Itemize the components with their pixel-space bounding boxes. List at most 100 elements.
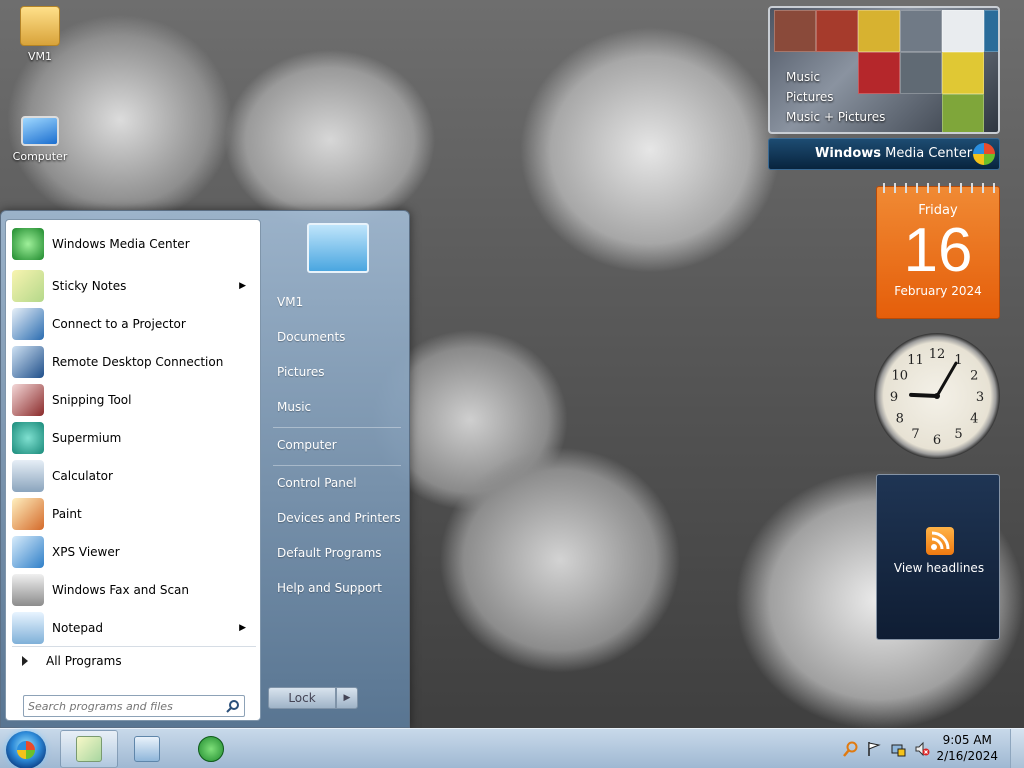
start-search-box[interactable] <box>23 695 245 717</box>
start-place-link[interactable]: Music <box>277 400 311 414</box>
clock-minute-hand <box>935 361 958 398</box>
start-program-item[interactable]: Snipping Tool <box>12 382 256 418</box>
calendar-gadget[interactable]: Friday 16 February 2024 <box>876 183 1001 319</box>
windows-logo-icon <box>17 741 35 759</box>
clock-gadget[interactable]: 12 1 2 3 4 5 6 7 8 9 10 11 <box>874 333 1000 459</box>
network-icon[interactable] <box>890 741 906 757</box>
clock-center-pin <box>934 393 940 399</box>
calendar-rings <box>877 183 1001 193</box>
start-program-item[interactable]: Windows Fax and Scan <box>12 572 256 608</box>
media-center-item-music-pictures[interactable]: Music + Pictures <box>786 110 885 124</box>
taskbar-button-document-viewer[interactable] <box>118 730 176 768</box>
start-place-link[interactable]: Documents <box>277 330 345 344</box>
windows-logo-icon <box>973 143 995 165</box>
clock-hour-hand <box>909 392 939 398</box>
computer-icon <box>21 116 59 146</box>
start-menu-places-pane: VM1 Documents Pictures Music Computer Control… <box>263 211 409 729</box>
desktop-icon-label: Computer <box>12 150 68 163</box>
sticky-notes-icon <box>76 736 102 762</box>
clock-number: 11 <box>907 353 924 368</box>
fax-icon <box>12 574 44 606</box>
media-center-item-music[interactable]: Music <box>786 70 820 84</box>
media-center-tiles: Music Pictures Music + Pictures <box>768 6 1000 134</box>
start-button[interactable] <box>6 731 46 768</box>
start-program-item[interactable]: Sticky Notes ▶ <box>12 268 256 304</box>
taskbar-clock[interactable]: 9:05 AM 2/16/2024 <box>936 732 998 764</box>
document-viewer-icon <box>134 736 160 762</box>
clock-number: 8 <box>896 412 904 427</box>
start-program-item[interactable]: Remote Desktop Connection <box>12 344 256 380</box>
start-menu: Windows Media Center Sticky Notes ▶ Connect… <box>0 210 410 728</box>
shutdown-options-arrow[interactable]: ▶ <box>336 687 358 709</box>
media-center-gadget[interactable]: Music Pictures Music + Pictures Windows … <box>768 6 1000 170</box>
clock-number: 7 <box>911 427 919 442</box>
clock-number: 4 <box>970 412 978 427</box>
lock-button[interactable]: Lock <box>268 687 336 709</box>
start-program-label: XPS Viewer <box>52 545 120 559</box>
sticky-notes-icon <box>12 270 44 302</box>
taskbar-button-media-center[interactable] <box>182 730 240 768</box>
submenu-arrow-icon[interactable]: ▶ <box>239 281 246 291</box>
media-center-title-bold: Windows <box>815 146 882 161</box>
start-program-item[interactable]: Windows Media Center <box>12 226 256 262</box>
taskbar: 9:05 AM 2/16/2024 <box>0 728 1024 768</box>
start-place-link[interactable]: Devices and Printers <box>277 511 401 525</box>
start-program-label: Connect to a Projector <box>52 317 186 331</box>
show-desktop-button[interactable] <box>1010 729 1024 768</box>
media-center-title-rest: Media Center <box>881 146 973 161</box>
start-program-item[interactable]: Calculator <box>12 458 256 494</box>
feed-view-headlines[interactable]: View headlines <box>877 561 1001 575</box>
clock-number: 2 <box>970 369 978 384</box>
supermium-icon <box>12 422 44 454</box>
clock-face: 12 1234567891011 <box>890 347 984 448</box>
start-program-label: Notepad <box>52 621 103 635</box>
start-place-link[interactable]: VM1 <box>277 295 303 309</box>
desktop-icon-computer[interactable]: Computer <box>2 116 78 163</box>
windows-media-center-icon <box>198 736 224 762</box>
desktop-icon-vm1[interactable]: VM1 <box>2 6 78 63</box>
start-search-input[interactable] <box>28 697 218 715</box>
remote-desktop-icon <box>12 346 44 378</box>
media-center-item-pictures[interactable]: Pictures <box>786 90 834 104</box>
start-program-label: Remote Desktop Connection <box>52 355 224 369</box>
start-menu-programs-pane: Windows Media Center Sticky Notes ▶ Connect… <box>5 219 261 721</box>
scissors-icon <box>12 384 44 416</box>
windows-media-center-icon <box>12 228 44 260</box>
paint-palette-icon <box>12 498 44 530</box>
calculator-icon <box>12 460 44 492</box>
start-program-item[interactable]: Supermium <box>12 420 256 456</box>
start-place-link[interactable]: Computer <box>277 438 337 452</box>
media-center-title-bar[interactable]: Windows Media Center <box>768 138 1000 170</box>
start-program-item[interactable]: XPS Viewer <box>12 534 256 570</box>
start-program-item[interactable]: Connect to a Projector <box>12 306 256 342</box>
rss-feed-icon <box>926 527 954 555</box>
projector-icon <box>12 308 44 340</box>
places-separator <box>273 465 401 466</box>
search-icon[interactable] <box>226 699 240 713</box>
clock-number: 3 <box>976 390 984 405</box>
start-program-label: Snipping Tool <box>52 393 132 407</box>
xps-viewer-icon <box>12 536 44 568</box>
feed-headlines-gadget[interactable]: View headlines <box>876 474 1000 640</box>
start-place-link[interactable]: Default Programs <box>277 546 382 560</box>
all-programs-label: All Programs <box>46 653 122 668</box>
action-center-flag-icon[interactable] <box>866 741 882 757</box>
user-account-picture[interactable] <box>307 223 369 273</box>
clock-number: 10 <box>891 369 908 384</box>
taskbar-date: 2/16/2024 <box>936 749 998 763</box>
taskbar-button-sticky-notes[interactable] <box>60 730 118 768</box>
volume-muted-icon[interactable] <box>914 741 930 757</box>
calendar-month-year: February 2024 <box>894 284 982 298</box>
start-program-item[interactable]: Paint <box>12 496 256 532</box>
clock-number: 9 <box>890 390 898 405</box>
start-place-link[interactable]: Pictures <box>277 365 325 379</box>
start-program-label: Windows Media Center <box>52 237 190 251</box>
start-program-item[interactable]: Notepad ▶ <box>12 610 256 646</box>
search-magnifier-icon[interactable] <box>843 741 859 757</box>
places-separator <box>273 427 401 428</box>
start-place-link[interactable]: Control Panel <box>277 476 357 490</box>
submenu-arrow-icon[interactable]: ▶ <box>239 623 246 633</box>
all-programs-button[interactable]: All Programs <box>12 646 256 674</box>
start-program-label: Windows Fax and Scan <box>52 583 190 597</box>
start-place-link[interactable]: Help and Support <box>277 581 382 595</box>
